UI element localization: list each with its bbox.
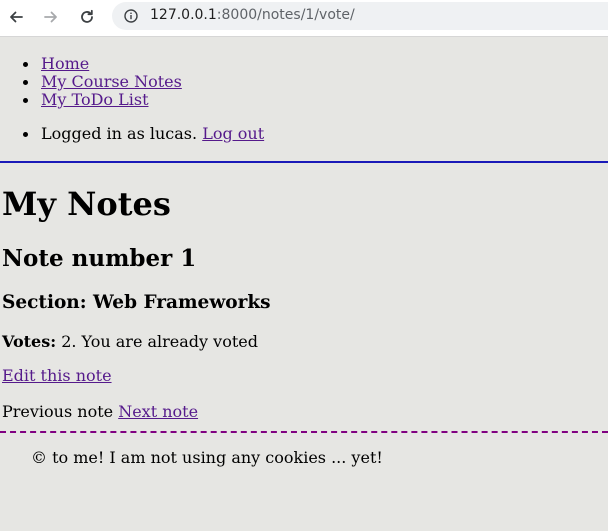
section-heading: Section: Web Frameworks	[2, 292, 271, 313]
edit-line: Edit this note	[2, 367, 112, 385]
forward-button[interactable]	[39, 5, 63, 29]
site-info-icon[interactable]	[124, 9, 138, 23]
footer-text: © to me! I am not using any cookies ... …	[31, 448, 383, 467]
logout-link[interactable]: Log out	[202, 124, 264, 143]
forward-arrow-icon	[44, 11, 57, 23]
menu-item-home: Home	[22, 54, 89, 73]
votes-line: Votes: 2. You are already voted	[2, 333, 258, 351]
edit-note-link[interactable]: Edit this note	[2, 366, 112, 385]
reload-button[interactable]	[75, 5, 99, 29]
menu-item-user: Logged in as lucas. Log out	[22, 124, 264, 143]
header-divider	[0, 161, 608, 163]
url-path: :8000/notes/1/vote/	[216, 7, 355, 23]
menu-item-course-notes: My Course Notes	[23, 72, 182, 91]
back-button[interactable]	[4, 5, 28, 29]
url-text[interactable]: 127.0.0.1:8000/notes/1/vote/	[150, 7, 355, 23]
note-heading: Note number 1	[2, 245, 197, 272]
address-bar[interactable]: 127.0.0.1:8000/notes/1/vote/	[112, 2, 608, 30]
menu-item-todo: My ToDo List	[23, 90, 149, 109]
logged-in-text: Logged in as lucas.	[41, 124, 198, 143]
page-title: My Notes	[2, 185, 171, 223]
browser-toolbar: 127.0.0.1:8000/notes/1/vote/	[0, 0, 608, 37]
home-link[interactable]: Home	[41, 54, 89, 73]
next-note-link[interactable]: Next note	[118, 402, 198, 421]
back-arrow-icon	[10, 11, 23, 23]
previous-note-text: Previous note	[2, 402, 114, 421]
footer-divider	[0, 431, 608, 433]
votes-text: 2. You are already voted	[61, 332, 258, 351]
url-host: 127.0.0.1	[150, 7, 217, 23]
pagination: Previous note Next note	[2, 403, 198, 421]
course-notes-link[interactable]: My Course Notes	[41, 72, 182, 91]
votes-label: Votes:	[2, 332, 57, 351]
todo-list-link[interactable]: My ToDo List	[41, 90, 149, 109]
reload-icon	[81, 9, 93, 23]
